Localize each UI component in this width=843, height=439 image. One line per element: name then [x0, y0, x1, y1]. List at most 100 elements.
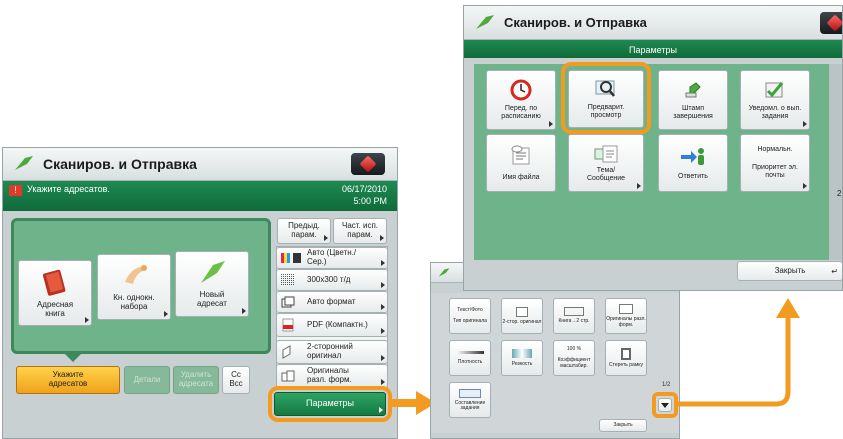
setting-different-size-label: Оригиналы разл. форм.: [307, 366, 352, 384]
opt-email-priority[interactable]: Нормальн. Приоритет эл. почты: [740, 134, 810, 192]
stamp-icon: [685, 82, 701, 98]
mid-close-button[interactable]: Закрыть: [599, 419, 647, 432]
previous-settings-label: Предыд. парам.: [288, 221, 320, 239]
mid-zoom-label: Коэффициент масштабир.: [557, 357, 591, 369]
mid-two-sided-icon: [516, 306, 528, 317]
address-book-icon: [42, 269, 66, 296]
details-label: Детали: [133, 374, 161, 384]
details-button[interactable]: Детали: [124, 366, 170, 394]
setting-different-size[interactable]: Оригиналы разл. форм.: [276, 364, 388, 388]
previous-settings-button[interactable]: Предыд. парам.: [277, 218, 331, 244]
reply-person-icon: [681, 148, 704, 166]
mid-erase-frame[interactable]: Стереть рамку: [605, 340, 647, 376]
right-main-menu-button[interactable]: [820, 12, 842, 34]
delete-destination-label: Удалить адресата: [178, 370, 214, 388]
setting-color-mode[interactable]: Авто (Цветн./Сер.): [276, 247, 388, 269]
tile-new-address[interactable]: Новый адресат: [175, 251, 249, 317]
favorite-settings-button[interactable]: Част. исп. парам.: [333, 218, 387, 244]
opt-delayed-send[interactable]: Перед. по расписанию: [486, 70, 556, 130]
setting-scan-size[interactable]: Авто формат: [276, 291, 388, 313]
mid-erase-frame-label: Стереть рамку: [608, 361, 644, 368]
subject-message-icon: [594, 145, 618, 163]
right-close-label: Закрыть: [774, 265, 806, 275]
setting-file-format-label: PDF (Компактн.): [307, 319, 368, 329]
mid-different-size[interactable]: Оригиналы разл. форм.: [605, 298, 647, 334]
right-screen: Сканиров. и Отправка Параметры 2 Перед. …: [463, 5, 843, 291]
mid-book-icon: [564, 307, 584, 317]
right-band-label: Параметры: [629, 45, 677, 55]
scroll-down-icon: [661, 402, 669, 408]
mid-different-size-label: Оригиналы разл. форм.: [606, 316, 646, 328]
setting-file-format[interactable]: PDF (Компактн.): [276, 313, 388, 337]
new-address-plane-icon: [201, 261, 225, 284]
color-mode-icon: [281, 253, 301, 263]
specify-destinations-button[interactable]: Укажите адресатов: [16, 366, 120, 394]
delete-destination-button[interactable]: Удалить адресата: [173, 366, 219, 394]
mid-zoom[interactable]: 100 % Коэффициент масштабир.: [553, 340, 595, 376]
mid-erase-frame-icon: [621, 347, 631, 360]
mid-zoom-value: 100 %: [566, 345, 582, 352]
preview-magnifier-icon: [595, 80, 615, 98]
opt-email-priority-label: Приоритет эл. почты: [752, 164, 798, 179]
opt-reply-to[interactable]: Ответить: [658, 134, 728, 192]
mid-sharpness-label: Резкость: [511, 360, 533, 367]
notify-checkmark-icon: [765, 82, 784, 98]
mid-close-label: Закрыть: [613, 421, 633, 428]
setting-scan-size-label: Авто формат: [307, 296, 356, 306]
mid-book-to-two[interactable]: Книга→2 стр.: [553, 298, 595, 334]
date-text: 06/17/2010: [341, 184, 387, 194]
tile-address-book[interactable]: Адресная книга: [18, 260, 92, 326]
mid-scroll-down-button[interactable]: [658, 398, 672, 412]
mid-text-photo-value: Текст/Фото: [457, 306, 483, 313]
opt-preview-label: Предварит. просмотр: [587, 104, 625, 119]
prompt-text: Укажите адресатов.: [27, 184, 110, 194]
opt-subject-message-label: Тема/ Сообщение: [586, 167, 626, 182]
cc-bcc-button[interactable]: Cc Bcc: [222, 366, 250, 394]
mid-book-label: Книга→2 стр.: [558, 318, 590, 325]
setting-two-sided-label: 2-сторонний оригинал: [307, 342, 353, 360]
mid-original-type-label: Тип оригинала: [453, 318, 487, 324]
mid-density[interactable]: Плотность: [449, 340, 491, 376]
clock-icon: [510, 79, 532, 101]
tile-new-address-label: Новый адресат: [197, 290, 227, 308]
mid-two-sided[interactable]: 2-стор. оригинал: [501, 298, 543, 334]
tile-one-touch[interactable]: Кн. однокн. набора: [97, 254, 171, 320]
setting-resolution[interactable]: 300x300 т/д: [276, 269, 388, 291]
setting-two-sided[interactable]: 2-сторонний оригинал: [276, 340, 388, 364]
opt-preview[interactable]: Предварит. просмотр: [568, 70, 644, 128]
scan-send-icon: [15, 156, 33, 170]
setting-resolution-label: 300x300 т/д: [307, 274, 351, 284]
main-menu-icon: [359, 155, 377, 173]
opt-job-done-notice[interactable]: Уведомл. о вып. задания: [740, 70, 810, 130]
left-status-band: ! Укажите адресатов. 06/17/2010 5:00 PM: [3, 181, 397, 211]
right-scan-send-icon: [476, 14, 494, 29]
mid-job-build[interactable]: Составление задания: [449, 382, 491, 418]
left-main-menu-button[interactable]: [351, 153, 385, 175]
mid-job-build-icon: [459, 388, 481, 398]
left-window-title: Сканиров. и Отправка: [43, 156, 197, 172]
opt-reply-to-label: Ответить: [678, 173, 708, 181]
options-button-label: Параметры: [306, 398, 354, 409]
scan-size-icon: [281, 296, 295, 308]
opt-email-priority-value: Нормальн.: [757, 146, 793, 154]
two-sided-icon: [282, 345, 291, 359]
mid-text-photo[interactable]: Текст/Фото Тип оригинала: [449, 298, 491, 334]
mid-two-sided-label: 2-стор. оригинал: [502, 318, 542, 325]
right-main-menu-icon: [826, 14, 842, 32]
flow-arrow-up: [676, 298, 800, 407]
right-close-button[interactable]: Закрыть ↵: [737, 261, 842, 281]
setting-color-mode-label: Авто (Цветн./Сер.): [307, 248, 357, 266]
specify-destinations-label: Укажите адресатов: [48, 370, 88, 388]
opt-completion-stamp[interactable]: Штамп завершения: [658, 70, 728, 130]
opt-file-name[interactable]: Имя файла: [486, 134, 556, 192]
opt-subject-message[interactable]: Тема/ Сообщение: [568, 134, 644, 192]
mid-sharpness[interactable]: Резкость: [501, 340, 543, 376]
mid-different-size-icon: [619, 304, 633, 314]
file-name-icon: [511, 145, 530, 165]
left-title-bar: Сканиров. и Отправка: [3, 148, 397, 181]
left-screen: Сканиров. и Отправка ! Укажите адресатов…: [2, 147, 398, 439]
options-button[interactable]: Параметры: [274, 392, 386, 416]
mid-density-label: Плотность: [457, 358, 483, 365]
close-return-icon: ↵: [831, 267, 838, 277]
one-touch-hand-icon: [125, 265, 147, 285]
